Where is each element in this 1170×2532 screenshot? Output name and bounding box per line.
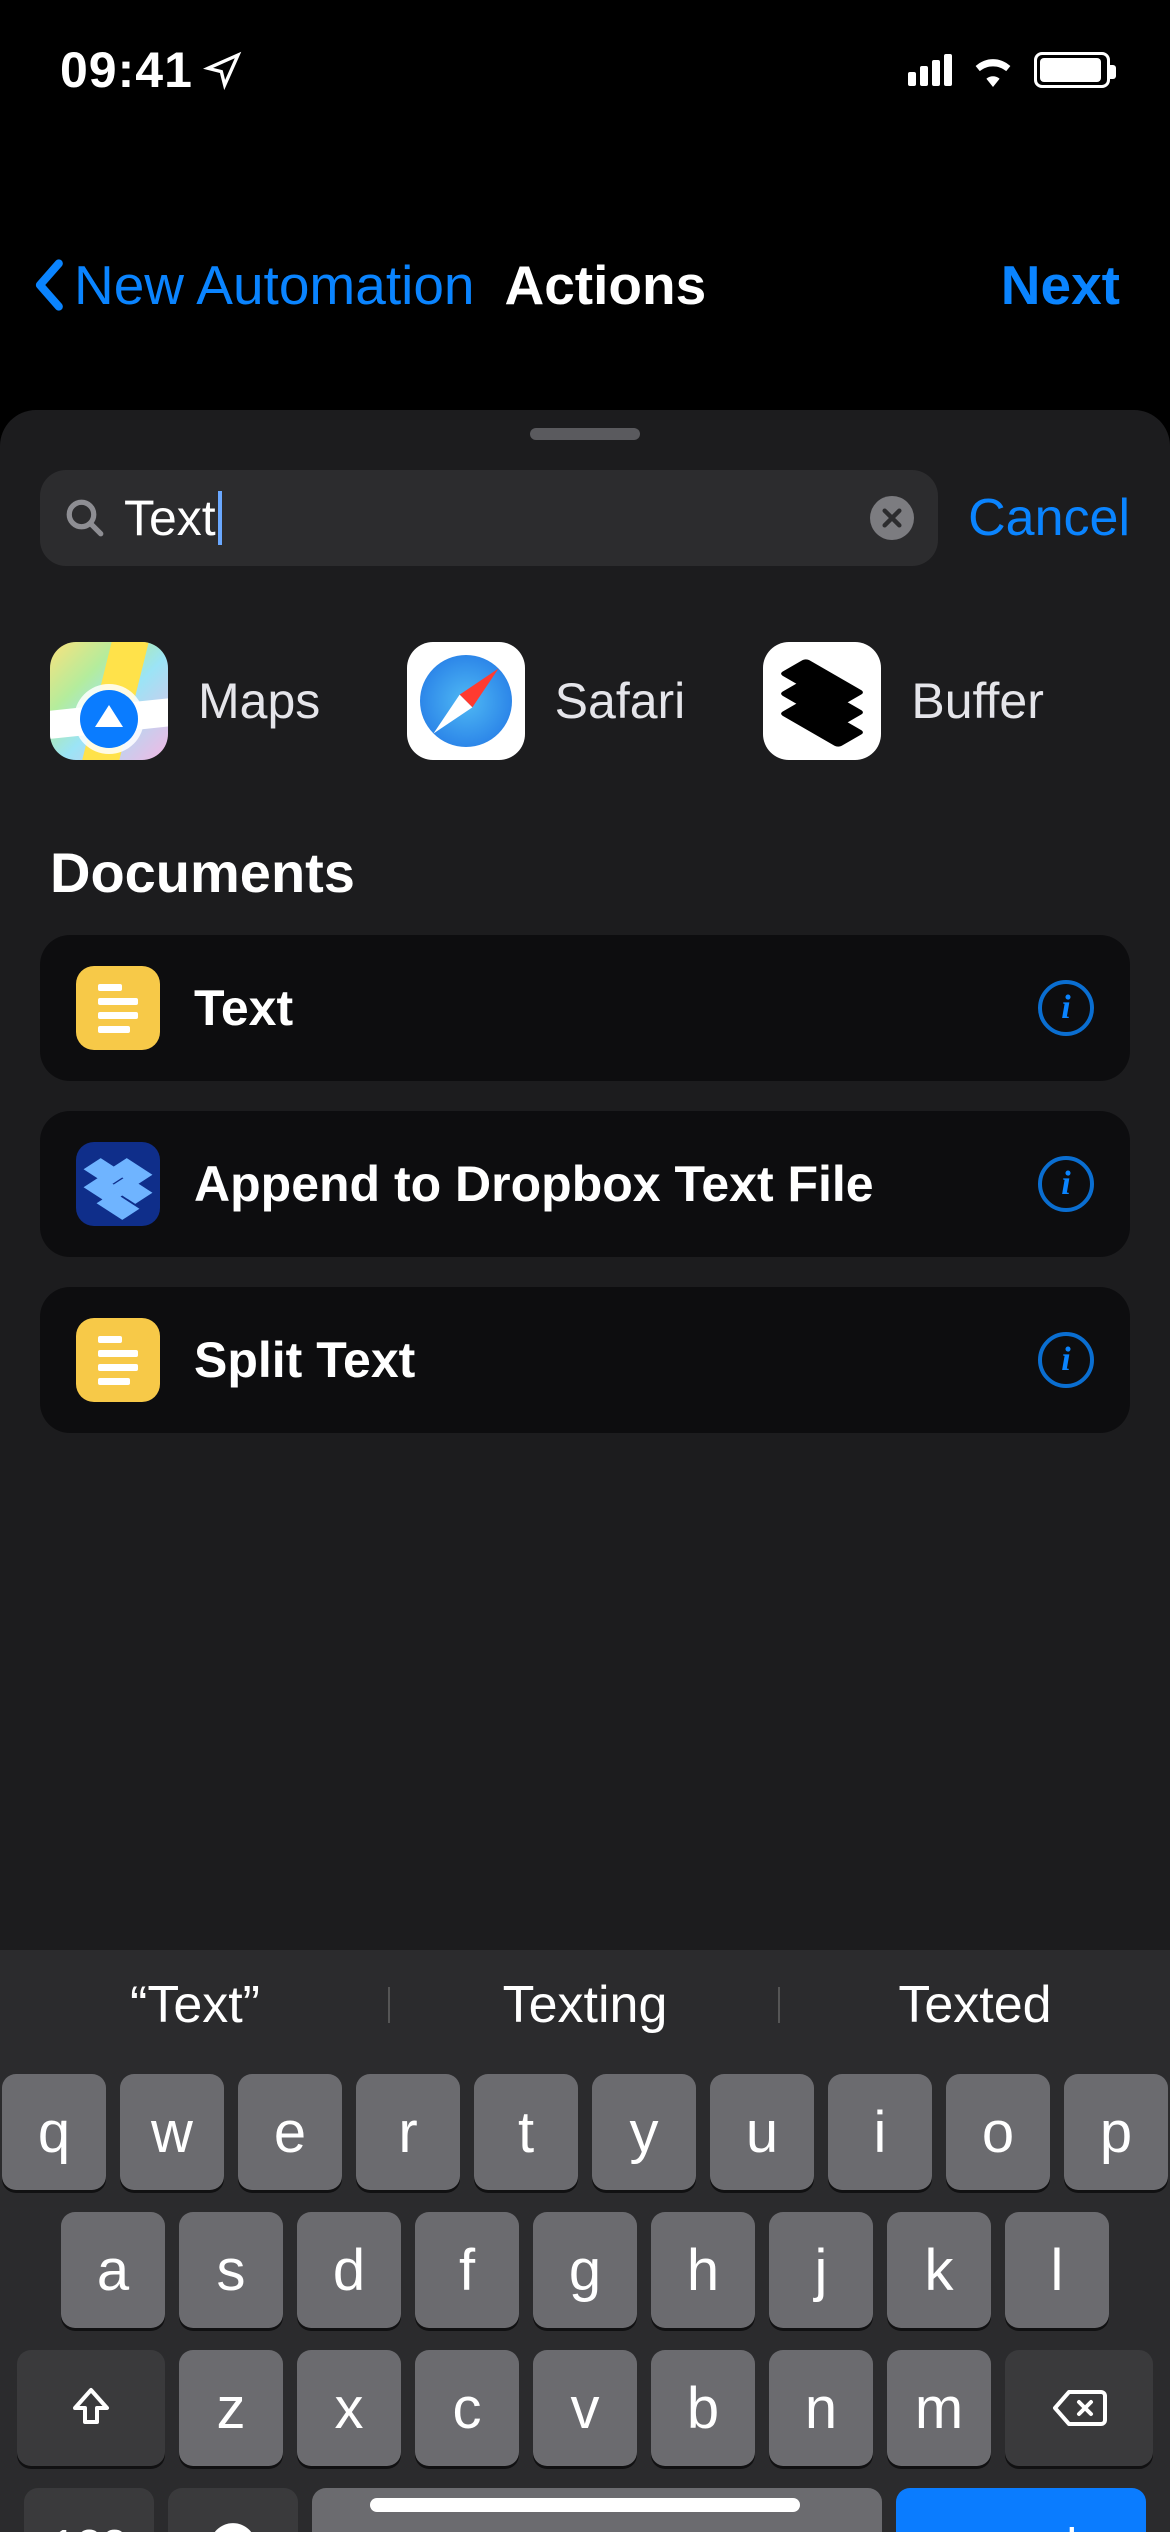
text-caret [218, 491, 222, 545]
next-button[interactable]: Next [1001, 253, 1120, 317]
search-sheet: Text Cancel Maps Safari [0, 410, 1170, 2532]
key-shift[interactable] [17, 2350, 165, 2466]
key-p[interactable]: p [1064, 2074, 1168, 2190]
status-bar: 09:41 [0, 0, 1170, 140]
key-t[interactable]: t [474, 2074, 578, 2190]
page-title: Actions [505, 253, 707, 317]
key-z[interactable]: z [179, 2350, 283, 2466]
key-emoji[interactable] [168, 2488, 298, 2532]
dropbox-icon [76, 1142, 160, 1226]
key-k[interactable]: k [887, 2212, 991, 2328]
emoji-icon [208, 2521, 258, 2532]
key-y[interactable]: y [592, 2074, 696, 2190]
key-x[interactable]: x [297, 2350, 401, 2466]
action-title: Append to Dropbox Text File [194, 1155, 1004, 1213]
key-f[interactable]: f [415, 2212, 519, 2328]
info-button[interactable]: i [1038, 1156, 1094, 1212]
key-o[interactable]: o [946, 2074, 1050, 2190]
action-title: Split Text [194, 1331, 1004, 1389]
document-icon [76, 1318, 160, 1402]
home-indicator[interactable] [370, 2498, 800, 2512]
search-input[interactable]: Text [40, 470, 938, 566]
key-u[interactable]: u [710, 2074, 814, 2190]
key-d[interactable]: d [297, 2212, 401, 2328]
clock-text: 09:41 [60, 41, 193, 99]
action-append-dropbox[interactable]: Append to Dropbox Text File i [40, 1111, 1130, 1257]
info-button[interactable]: i [1038, 1332, 1094, 1388]
app-buffer[interactable]: Buffer [763, 642, 1120, 760]
key-numbers[interactable]: 123 [24, 2488, 154, 2532]
key-j[interactable]: j [769, 2212, 873, 2328]
key-v[interactable]: v [533, 2350, 637, 2466]
info-button[interactable]: i [1038, 980, 1094, 1036]
action-text[interactable]: Text i [40, 935, 1130, 1081]
chevron-left-icon [30, 258, 66, 312]
back-label: New Automation [74, 253, 475, 317]
buffer-app-icon [763, 642, 881, 760]
app-maps[interactable]: Maps [50, 642, 407, 760]
key-l[interactable]: l [1005, 2212, 1109, 2328]
action-list: Text i Append to Dropbox Text File i Spl… [0, 935, 1170, 1433]
wifi-icon [970, 53, 1016, 87]
cellular-icon [908, 54, 952, 86]
status-time: 09:41 [60, 41, 243, 99]
key-s[interactable]: s [179, 2212, 283, 2328]
action-title: Text [194, 979, 1004, 1037]
key-g[interactable]: g [533, 2212, 637, 2328]
app-safari[interactable]: Safari [407, 642, 764, 760]
keyboard-suggestions: “Text” Texting Texted [0, 1950, 1170, 2060]
key-r[interactable]: r [356, 2074, 460, 2190]
app-label: Buffer [911, 672, 1044, 730]
document-icon [76, 966, 160, 1050]
key-n[interactable]: n [769, 2350, 873, 2466]
nav-header: New Automation Actions Next [0, 230, 1170, 340]
battery-icon [1034, 52, 1110, 88]
search-input-text: Text [124, 489, 216, 547]
key-backspace[interactable] [1005, 2350, 1153, 2466]
section-header-documents: Documents [0, 790, 1170, 935]
key-b[interactable]: b [651, 2350, 755, 2466]
sheet-grabber[interactable] [530, 428, 640, 440]
app-label: Maps [198, 672, 320, 730]
key-search[interactable]: search [896, 2488, 1146, 2532]
app-label: Safari [555, 672, 686, 730]
cancel-button[interactable]: Cancel [968, 488, 1130, 548]
action-split-text[interactable]: Split Text i [40, 1287, 1130, 1433]
location-arrow-icon [203, 50, 243, 90]
maps-app-icon [50, 642, 168, 760]
clear-search-button[interactable] [870, 496, 914, 540]
shift-icon [67, 2384, 115, 2432]
apps-row: Maps Safari Buffer [0, 592, 1170, 790]
key-c[interactable]: c [415, 2350, 519, 2466]
suggestion-3[interactable]: Texted [780, 1975, 1170, 2035]
safari-app-icon [407, 642, 525, 760]
backspace-icon [1051, 2388, 1107, 2428]
back-button[interactable]: New Automation [30, 253, 475, 317]
key-q[interactable]: q [2, 2074, 106, 2190]
key-m[interactable]: m [887, 2350, 991, 2466]
key-h[interactable]: h [651, 2212, 755, 2328]
key-w[interactable]: w [120, 2074, 224, 2190]
suggestion-2[interactable]: Texting [390, 1975, 780, 2035]
key-i[interactable]: i [828, 2074, 932, 2190]
suggestion-1[interactable]: “Text” [0, 1975, 390, 2035]
search-icon [64, 497, 106, 539]
key-a[interactable]: a [61, 2212, 165, 2328]
keyboard: “Text” Texting Texted q w e r t y u i o … [0, 1950, 1170, 2532]
key-e[interactable]: e [238, 2074, 342, 2190]
